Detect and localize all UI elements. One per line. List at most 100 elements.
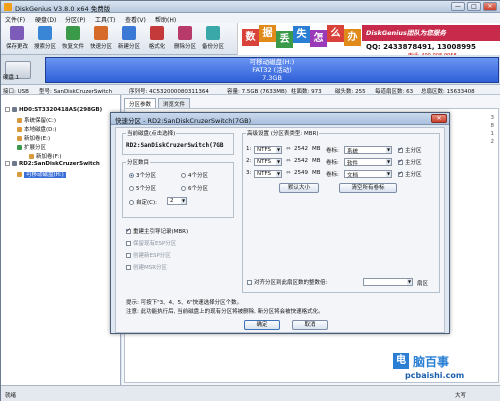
disk-label: 硬盘 1 [3,75,20,81]
align-partition-checkbox[interactable]: 对齐分区到此扇区数的整数倍: [247,278,327,286]
tree-item-removable[interactable]: 可移动磁盘(H:) [17,170,66,178]
tree-item-extended[interactable]: 扩展分区 [17,143,46,151]
disk-info-bar: 接口: USB 型号: SanDiskCruzerSwitch 序列号: 4C5… [1,85,500,95]
volume-label-value: 文档 [347,173,359,179]
volume-label-select[interactable]: 系统 ▼ [344,146,392,155]
cancel-button[interactable]: 取消 [292,320,328,330]
chevron-down-icon: ▼ [276,171,281,177]
new-partition-icon [122,26,136,40]
partition-row-2: 2: NTFS ▼ ⇔ 2542 MB 卷标: 软件 ▼ 主分区 [246,158,438,167]
volume-label-select[interactable]: 文档 ▼ [344,170,392,179]
minimize-button[interactable]: — [451,2,465,11]
create-msr-checkbox[interactable]: 创建MSR分区 [126,263,167,271]
current-disk-selector[interactable]: RD2:SanDiskCruzerSwitch(7GB [126,142,224,149]
primary-partition-checkbox[interactable]: 主分区 [398,146,422,154]
radio-icon [181,186,186,191]
tree-item-label: RD2:SanDiskCruzerSwitch [19,161,100,167]
save-icon [10,26,24,40]
toolbar-save-button[interactable]: 保存更改 [6,25,28,53]
tab-partition-params[interactable]: 分区参数 [124,98,157,108]
window-title: DiskGenius V3.8.0 x64 免费版 [15,5,111,13]
toolbar-search-partition-button[interactable]: 搜索分区 [34,25,56,53]
checkbox-icon [126,265,131,270]
partition-block[interactable]: 可移动磁盘(H:) FAT32 (活动) 7.3GB [45,57,499,83]
rebuild-mbr-checkbox[interactable]: 重建主引导记录(MBR) [126,227,188,235]
checkbox-label: 创建MSR分区 [133,265,168,271]
chevron-down-icon[interactable]: ▼ [181,198,186,204]
fs-select[interactable]: NTFS ▼ [254,146,282,154]
close-button[interactable]: ✕ [483,2,497,11]
partition-size[interactable]: 2542 [294,158,308,164]
primary-partition-checkbox[interactable]: 主分区 [398,158,422,166]
delete-partition-icon [178,26,192,40]
toolbar-format-button[interactable]: 格式化 [147,25,167,53]
recover-file-icon [66,26,80,40]
cell-value: 3 [490,115,495,121]
radio-custom[interactable]: 自定(C): [129,198,157,206]
checkbox-icon [126,227,131,234]
expand-icon[interactable] [5,107,10,112]
partition-size[interactable]: 2542 [294,146,308,152]
quick-partition-dialog: 快速分区 - RD2:SanDiskCruzerSwitch(7GB) ✕ 当前… [110,112,450,334]
volume-label-caption: 卷标: [326,160,339,166]
status-text: 就绪 [5,393,17,399]
volume-label-select[interactable]: 软件 ▼ [344,158,392,167]
clear-labels-button[interactable]: 清空所有卷标 [339,183,397,193]
partition-index: 2: [246,158,252,164]
ad-banner[interactable]: 数 据 丢 失 怎 么 办 DiskGenius团队为您服务 QQ: 24338… [237,23,500,59]
dialog-title: 快速分区 - RD2:SanDiskCruzerSwitch(7GB) [115,117,252,125]
tree-item-partition[interactable]: 本地磁盘(D:) [17,125,56,133]
tree-item-hd0[interactable]: HD0:ST3320418AS(298GB) [5,107,102,115]
custom-count-stepper[interactable]: 2 ▼ [167,197,187,205]
checkbox-icon [126,253,131,258]
maximize-button[interactable]: □ [467,2,481,11]
checkbox-label: 保留现有ESP分区 [133,241,177,247]
toolbar-label: 格式化 [148,44,166,50]
radio-icon [129,173,134,178]
checkbox-icon [398,170,403,177]
caps-indicator: 大写 [455,393,467,399]
radio-icon [129,186,134,191]
ok-button[interactable]: 确定 [244,320,280,330]
create-esp-checkbox[interactable]: 创建新ESP分区 [126,251,171,259]
chevron-down-icon: ▼ [386,171,391,177]
toolbar-new-partition-button[interactable]: 新建分区 [118,25,140,53]
tree-item-partition[interactable]: 新加卷(F:) [29,152,61,160]
toolbar-backup-partition-button[interactable]: 备份分区 [202,25,224,53]
partition-fs: FAT32 (活动) [252,66,292,74]
expand-icon[interactable] [5,161,10,166]
fs-select[interactable]: NTFS ▼ [254,170,282,178]
toolbar-recover-file-button[interactable]: 恢复文件 [62,25,84,53]
tree-item-partition[interactable]: 系统保留(C:) [17,116,56,124]
banner-char: 办 [344,29,361,46]
radio-5-partitions[interactable]: 5个分区 [129,184,156,192]
tab-browse-files[interactable]: 浏览文件 [158,98,191,108]
toolbar-delete-partition-button[interactable]: 删除分区 [174,25,196,53]
disk-icon [12,161,17,166]
align-sectors-select[interactable]: ▼ [363,278,413,286]
radio-6-partitions[interactable]: 6个分区 [181,184,208,192]
radio-4-partitions[interactable]: 4个分区 [181,171,208,179]
checkbox-icon [398,158,403,165]
checkbox-icon [126,241,131,246]
info-heads: 磁头数: 255 [335,89,366,95]
checkbox-label: 主分区 [405,160,422,166]
toolbar-quick-partition-button[interactable]: 快速分区 [90,25,112,53]
radio-label: 5个分区 [136,186,156,192]
keep-esp-checkbox[interactable]: 保留现有ESP分区 [126,239,176,247]
diskgenius-window: DiskGenius V3.8.0 x64 免费版 — □ ✕ 文件(F) 硬盘… [0,0,500,401]
tree-item-partition[interactable]: 新加卷(E:) [17,134,50,142]
partition-size[interactable]: 2549 [294,170,308,176]
primary-partition-checkbox[interactable]: 主分区 [398,170,422,178]
default-size-button[interactable]: 默认大小 [279,183,319,193]
dialog-close-button[interactable]: ✕ [431,114,447,123]
toolbar-label: 快速分区 [89,44,112,50]
align-unit: 扇区 [417,281,429,287]
tree-item-rd2[interactable]: RD2:SanDiskCruzerSwitch [5,161,100,169]
info-serial: 序列号: 4C532000080311364 [129,89,209,95]
fs-select[interactable]: NTFS ▼ [254,158,282,166]
info-sectors: 每道扇区数: 63 [375,89,414,95]
radio-3-partitions[interactable]: 3个分区 [129,171,156,179]
advanced-settings-group: 高级设置 (分区表类型: MBR) 1: NTFS ▼ ⇔ 2542 MB 卷标:… [242,129,440,293]
dialog-title-bar: 快速分区 - RD2:SanDiskCruzerSwitch(7GB) ✕ [111,113,449,125]
